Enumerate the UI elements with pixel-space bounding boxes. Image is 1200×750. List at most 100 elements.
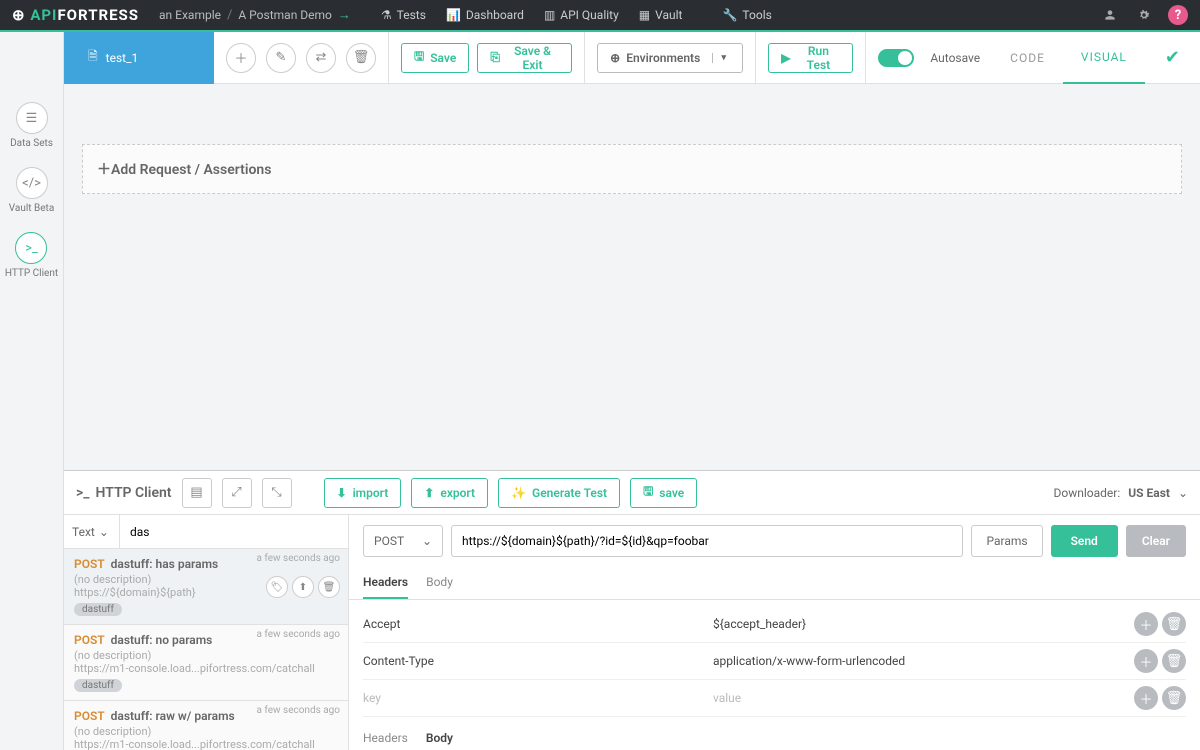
- history-panel: Text⌄ a few seconds ago POST dastuff: ha…: [64, 515, 349, 750]
- add-button[interactable]: ＋: [226, 43, 256, 73]
- params-button[interactable]: Params: [971, 525, 1042, 557]
- tab-body[interactable]: Body: [426, 567, 453, 599]
- search-input[interactable]: [120, 515, 348, 548]
- help-icon[interactable]: ?: [1168, 5, 1188, 25]
- rail-httpclient[interactable]: >_ HTTP Client: [5, 232, 58, 279]
- view-visual[interactable]: VISUAL: [1063, 32, 1145, 84]
- add-row-button[interactable]: ＋: [1134, 686, 1158, 710]
- delete-row-button[interactable]: 🗑: [1162, 686, 1186, 710]
- tab-body-response[interactable]: Body: [426, 723, 453, 750]
- list-icon: ☰: [16, 102, 48, 134]
- check-icon[interactable]: ✔: [1145, 47, 1200, 68]
- file-tab[interactable]: 🗎 test_1: [64, 32, 214, 84]
- console-icon: >_: [15, 232, 47, 264]
- clear-button[interactable]: Clear: [1126, 525, 1186, 557]
- magic-icon: ✨: [511, 486, 526, 500]
- history-tag: dastuff: [74, 603, 122, 616]
- history-desc: (no description): [74, 725, 338, 738]
- logo-icon: ⊕: [12, 6, 26, 24]
- history-time: a few seconds ago: [256, 705, 340, 716]
- plus-icon: ＋: [97, 162, 111, 178]
- downloader-value: US East: [1128, 486, 1170, 500]
- url-input[interactable]: [451, 525, 963, 557]
- header-value[interactable]: application/x-www-form-urlencoded: [713, 654, 1134, 668]
- nav-dashboard[interactable]: 📊Dashboard: [446, 8, 524, 22]
- collapse-button[interactable]: ⤡: [262, 478, 292, 508]
- tab-headers-response[interactable]: Headers: [363, 723, 408, 750]
- history-name: dastuff: raw w/ params: [111, 709, 235, 723]
- add-row-button[interactable]: ＋: [1134, 649, 1158, 673]
- breadcrumb-project[interactable]: an Example: [159, 8, 221, 22]
- send-button[interactable]: Send: [1051, 525, 1118, 557]
- console-icon: >_: [76, 485, 90, 501]
- header-value-input[interactable]: value: [713, 691, 1134, 705]
- nav-tests[interactable]: ⚗Tests: [381, 8, 426, 22]
- tabbar: 🗎 test_1 ＋ ✎ ⇄ 🗑 🖫Save ⎘Save & Exit ⊕Env…: [64, 32, 1200, 84]
- rail-datasets[interactable]: ☰ Data Sets: [10, 102, 53, 149]
- method-select[interactable]: POST⌄: [363, 525, 443, 557]
- nav-vault[interactable]: ▦Vault: [639, 8, 683, 22]
- tag-button[interactable]: 🏷: [266, 576, 288, 598]
- history-tag: dastuff: [74, 679, 122, 692]
- header-key[interactable]: Content-Type: [363, 654, 713, 668]
- code-icon: </>: [16, 167, 48, 199]
- http-client-title: >_HTTP Client: [76, 485, 172, 501]
- top-nav: ⚗Tests 📊Dashboard ▥API Quality ▦Vault 🔧T…: [381, 8, 772, 22]
- arrow-icon[interactable]: →: [338, 7, 351, 23]
- save-button[interactable]: 🖫Save: [401, 43, 469, 73]
- user-icon[interactable]: [1100, 5, 1120, 25]
- run-test-button[interactable]: ▶Run Test: [768, 43, 853, 73]
- header-key-input[interactable]: key: [363, 691, 713, 705]
- gear-icon[interactable]: [1134, 5, 1154, 25]
- header-row: Accept${accept_header}＋🗑: [363, 606, 1186, 643]
- tab-headers[interactable]: Headers: [363, 567, 408, 599]
- export-button[interactable]: ⬆export: [411, 478, 488, 508]
- list-view-button[interactable]: ▤: [182, 478, 212, 508]
- play-icon: ▶: [781, 51, 790, 65]
- generate-test-button[interactable]: ✨Generate Test: [498, 478, 620, 508]
- add-row-button[interactable]: ＋: [1134, 612, 1158, 636]
- history-desc: (no description): [74, 649, 338, 662]
- delete-row-button[interactable]: 🗑: [1162, 649, 1186, 673]
- history-item[interactable]: a few seconds ago POST dastuff: no param…: [64, 625, 348, 701]
- bars-icon: ▥: [544, 8, 555, 22]
- history-item[interactable]: a few seconds ago POST dastuff: has para…: [64, 549, 348, 625]
- nav-tools[interactable]: 🔧Tools: [722, 8, 771, 22]
- breadcrumb-sep: /: [227, 8, 232, 23]
- header-row-new: keyvalue＋🗑: [363, 680, 1186, 717]
- delete-button[interactable]: 🗑: [346, 43, 376, 73]
- swap-button[interactable]: ⇄: [306, 43, 336, 73]
- logo[interactable]: ⊕ APIFORTRESS: [12, 6, 139, 24]
- view-code[interactable]: CODE: [992, 32, 1063, 84]
- download-icon: ⬇: [337, 486, 347, 500]
- expand-button[interactable]: ⤢: [222, 478, 252, 508]
- downloader-select[interactable]: Downloader: US East ⌄: [1053, 486, 1188, 500]
- header-value[interactable]: ${accept_header}: [713, 617, 1134, 631]
- edit-button[interactable]: ✎: [266, 43, 296, 73]
- autosave-label: Autosave: [930, 51, 980, 65]
- delete-row-button[interactable]: 🗑: [1162, 612, 1186, 636]
- autosave-toggle[interactable]: [878, 49, 914, 67]
- http-save-button[interactable]: 🖫save: [630, 478, 697, 508]
- left-rail: ☰ Data Sets </> Vault Beta >_ HTTP Clien…: [0, 32, 64, 750]
- chevron-down-icon: ⌄: [422, 534, 432, 548]
- history-method: POST: [74, 709, 105, 723]
- filter-type-select[interactable]: Text⌄: [64, 515, 120, 548]
- rail-vaultbeta[interactable]: </> Vault Beta: [9, 167, 55, 214]
- import-button[interactable]: ⬇import: [324, 478, 402, 508]
- canvas: ＋Add Request / Assertions: [64, 84, 1200, 470]
- nav-apiquality[interactable]: ▥API Quality: [544, 8, 619, 22]
- history-time: a few seconds ago: [256, 629, 340, 640]
- environments-button[interactable]: ⊕Environments▾: [597, 43, 743, 73]
- history-item[interactable]: a few seconds ago POST dastuff: raw w/ p…: [64, 701, 348, 750]
- chevron-down-icon[interactable]: ▾: [712, 53, 730, 63]
- header-key[interactable]: Accept: [363, 617, 713, 631]
- add-request-bar[interactable]: ＋Add Request / Assertions: [82, 144, 1182, 194]
- save-exit-button[interactable]: ⎘Save & Exit: [477, 43, 572, 73]
- file-tab-label: test_1: [106, 51, 139, 65]
- logo-api: API: [30, 6, 57, 24]
- upload-button[interactable]: ⬆: [292, 576, 314, 598]
- history-name: dastuff: no params: [111, 633, 213, 647]
- breadcrumb-item[interactable]: A Postman Demo: [238, 8, 332, 22]
- delete-button[interactable]: 🗑: [318, 576, 340, 598]
